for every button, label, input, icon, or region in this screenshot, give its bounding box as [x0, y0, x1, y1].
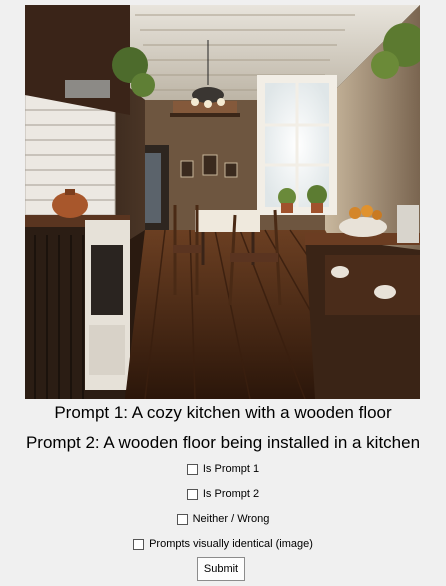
- option-is-prompt-1[interactable]: Is Prompt 1: [0, 462, 446, 476]
- prompt-2-text: Prompt 2: A wooden floor being installed…: [25, 433, 421, 452]
- option-is-prompt-2[interactable]: Is Prompt 2: [0, 487, 446, 501]
- submit-button[interactable]: Submit: [197, 557, 245, 581]
- neither-wrong-checkbox[interactable]: [176, 513, 188, 525]
- prompt-1-text: Prompt 1: A cozy kitchen with a wooden f…: [54, 403, 392, 422]
- is-prompt-1-checkbox[interactable]: [186, 463, 198, 475]
- neither-wrong-label: Neither / Wrong: [192, 513, 270, 525]
- is-prompt-1-label: Is Prompt 1: [202, 463, 260, 475]
- option-prompts-identical[interactable]: Prompts visually identical (image): [0, 537, 446, 551]
- generated-image: [25, 5, 420, 399]
- is-prompt-2-checkbox[interactable]: [186, 488, 198, 500]
- kitchen-illustration: [25, 5, 420, 399]
- is-prompt-2-label: Is Prompt 2: [202, 488, 260, 500]
- prompts-identical-checkbox[interactable]: [133, 538, 145, 550]
- prompts-identical-label: Prompts visually identical (image): [149, 538, 313, 550]
- option-neither-wrong[interactable]: Neither / Wrong: [0, 512, 446, 526]
